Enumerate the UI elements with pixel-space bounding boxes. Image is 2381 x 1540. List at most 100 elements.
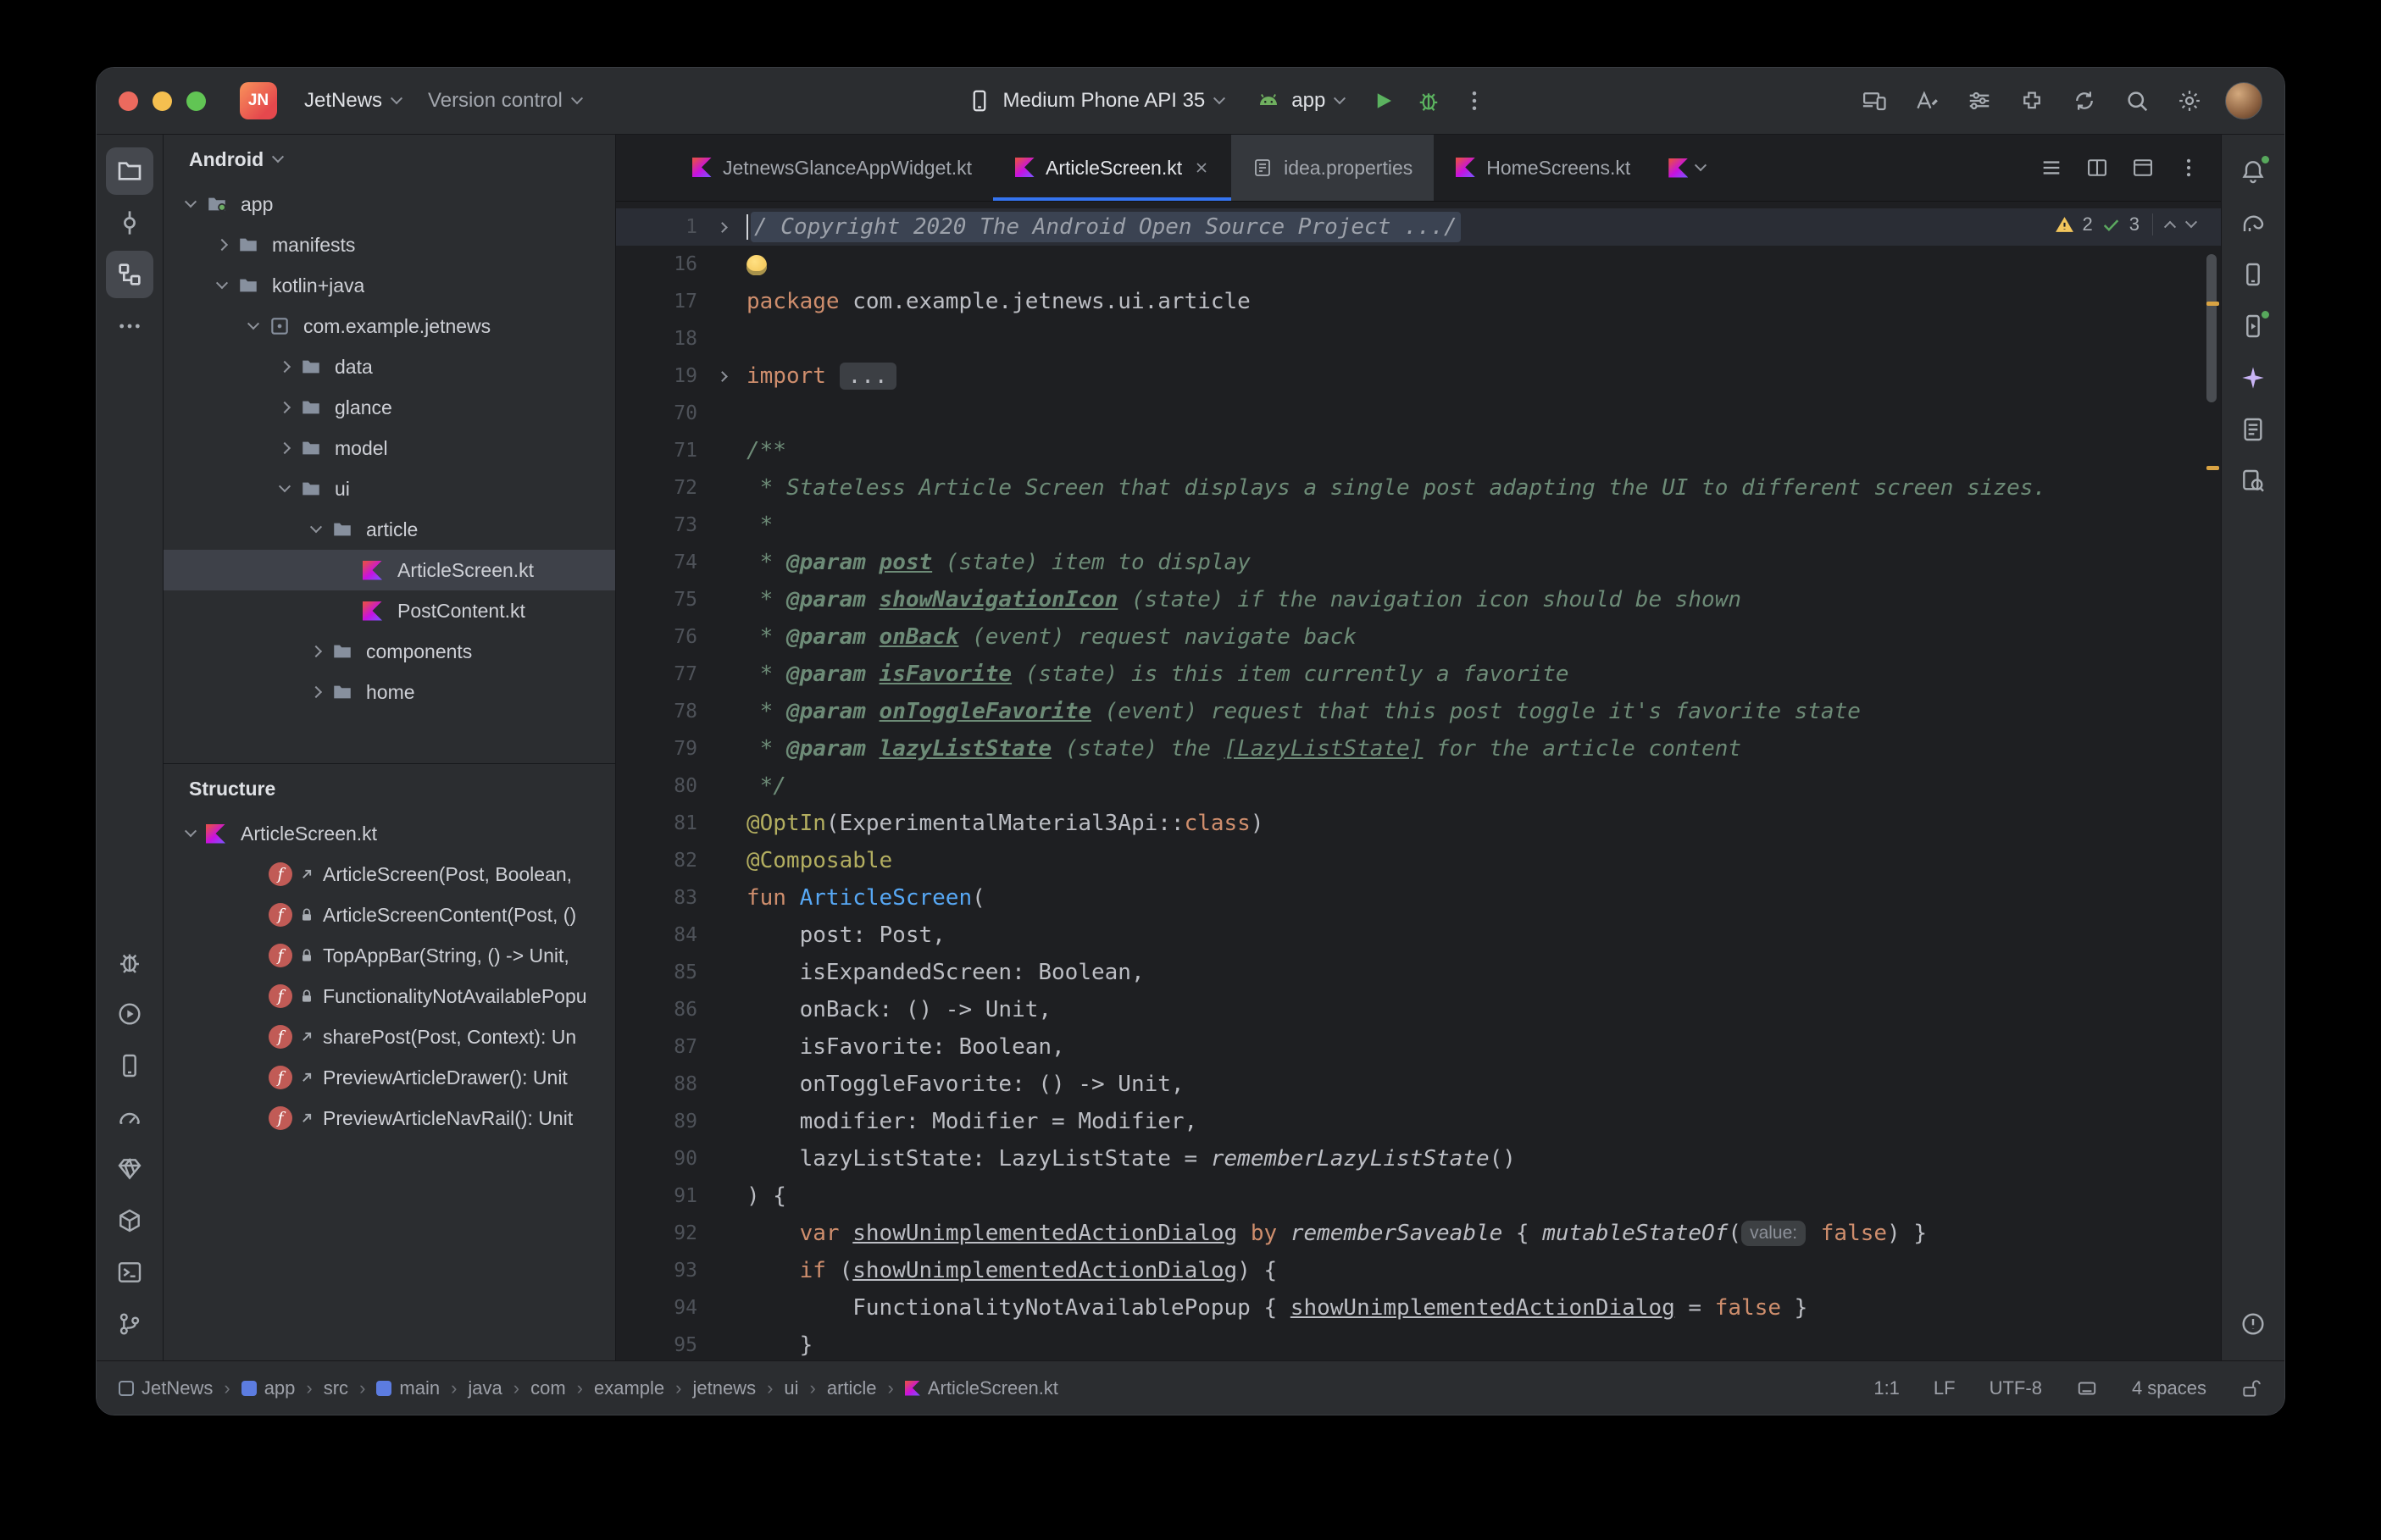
breadcrumb-item[interactable]: com	[530, 1377, 566, 1399]
structure-tree-item[interactable]: TopAppBar(String, () -> Unit,	[164, 935, 615, 976]
structure-tree-item[interactable]: FunctionalityNotAvailablePopu	[164, 976, 615, 1017]
code-line[interactable]: 16	[616, 246, 2221, 283]
breadcrumb-item[interactable]: java	[468, 1377, 502, 1399]
fold-indicator[interactable]	[697, 373, 746, 380]
tree-chevron[interactable]	[269, 403, 300, 412]
line-separator-widget[interactable]: LF	[1934, 1377, 1956, 1399]
debug-button[interactable]	[1408, 80, 1449, 121]
find-tool-button[interactable]	[2229, 457, 2277, 505]
structure-tree-item[interactable]: sharePost(Post, Context): Un	[164, 1017, 615, 1057]
warning-stripe-mark[interactable]	[2206, 302, 2219, 306]
structure-tree-item[interactable]: PreviewArticleNavRail(): Unit	[164, 1098, 615, 1138]
hidden-tabs-selector[interactable]	[1651, 135, 1722, 201]
code-line[interactable]: 18	[616, 320, 2221, 357]
code-line[interactable]: 86 onBack: () -> Unit,	[616, 991, 2221, 1028]
zoom-window-button[interactable]	[186, 91, 206, 111]
main-menu-button[interactable]	[1959, 80, 2000, 121]
more-run-actions-button[interactable]	[1454, 80, 1495, 121]
settings-button[interactable]	[2169, 80, 2210, 121]
project-tree-item[interactable]: data	[164, 346, 615, 387]
search-everywhere-button[interactable]	[2117, 80, 2157, 121]
code-line[interactable]: 77 * @param isFavorite (state) is this i…	[616, 656, 2221, 693]
inspection-widget[interactable]: 2 3	[2054, 213, 2196, 235]
code-line[interactable]: 81@OptIn(ExperimentalMaterial3Api::class…	[616, 805, 2221, 842]
code-line[interactable]: 95 }	[616, 1327, 2221, 1360]
tree-chevron[interactable]	[301, 688, 331, 696]
version-control-tool-button[interactable]	[106, 1300, 153, 1348]
intention-bulb-icon[interactable]	[746, 255, 767, 275]
previous-problem-button[interactable]	[2164, 221, 2176, 233]
gradle-tool-button[interactable]	[2229, 199, 2277, 247]
code-line[interactable]: 75 * @param showNavigationIcon (state) i…	[616, 581, 2221, 618]
tree-chevron[interactable]	[207, 281, 237, 290]
project-tree-item[interactable]: glance	[164, 387, 615, 428]
indent-widget[interactable]: 4 spaces	[2132, 1377, 2206, 1399]
breadcrumb-item[interactable]: main	[376, 1377, 440, 1399]
code-line[interactable]: 80 */	[616, 767, 2221, 805]
breadcrumb-item[interactable]: jetnews	[692, 1377, 756, 1399]
project-selector[interactable]: JetNews	[291, 80, 414, 121]
run-button[interactable]	[1363, 80, 1403, 121]
code-line[interactable]: 17package com.example.jetnews.ui.article	[616, 283, 2221, 320]
project-tree-item[interactable]: manifests	[164, 224, 615, 265]
device-selector[interactable]: Medium Phone API 35	[953, 80, 1237, 122]
breadcrumb-item[interactable]: JetNews	[119, 1377, 213, 1399]
code-line[interactable]: 70	[616, 395, 2221, 432]
code-line[interactable]: 92 var showUnimplementedActionDialog by …	[616, 1215, 2221, 1252]
code-line[interactable]: 93 if (showUnimplementedActionDialog) {	[616, 1252, 2221, 1289]
project-tree-item[interactable]: ArticleScreen.kt	[164, 550, 615, 590]
code-line[interactable]: 72 * Stateless Article Screen that displ…	[616, 469, 2221, 507]
code-editor[interactable]: 1/ Copyright 2020 The Android Open Sourc…	[616, 202, 2221, 1360]
breadcrumb-item[interactable]: app	[241, 1377, 296, 1399]
tree-chevron[interactable]	[175, 829, 206, 838]
tree-chevron[interactable]	[301, 647, 331, 656]
editor-scrollbar[interactable]	[2206, 254, 2217, 402]
code-line[interactable]: 87 isFavorite: Boolean,	[616, 1028, 2221, 1066]
code-line[interactable]: 1/ Copyright 2020 The Android Open Sourc…	[616, 208, 2221, 246]
code-line[interactable]: 83fun ArticleScreen(	[616, 879, 2221, 917]
split-editor-button[interactable]	[2079, 149, 2116, 186]
structure-tree-item[interactable]: ArticleScreen(Post, Boolean,	[164, 854, 615, 895]
terminal-tool-button[interactable]	[106, 1249, 153, 1296]
code-line[interactable]: 19import ...	[616, 357, 2221, 395]
close-icon[interactable]	[1193, 159, 1210, 176]
breadcrumb-item[interactable]: ui	[784, 1377, 798, 1399]
code-line[interactable]: 82@Composable	[616, 842, 2221, 879]
code-line[interactable]: 71/**	[616, 432, 2221, 469]
tree-chevron[interactable]	[269, 363, 300, 371]
code-line[interactable]: 78 * @param onToggleFavorite (event) req…	[616, 693, 2221, 730]
problems-tool-button[interactable]	[2229, 1300, 2277, 1348]
readonly-toggle[interactable]	[2240, 1377, 2262, 1399]
code-line[interactable]: 74 * @param post (state) item to display	[616, 544, 2221, 581]
profiler-tool-button[interactable]	[106, 1094, 153, 1141]
commit-tool-button[interactable]	[106, 199, 153, 247]
project-tree-item[interactable]: ui	[164, 468, 615, 509]
structure-tool-button[interactable]	[106, 251, 153, 298]
project-view-selector[interactable]: Android	[164, 135, 615, 184]
project-tool-button[interactable]	[106, 147, 153, 195]
code-line[interactable]: 91) {	[616, 1177, 2221, 1215]
tree-chevron[interactable]	[301, 525, 331, 534]
running-devices-tool-button[interactable]	[2229, 302, 2277, 350]
code-line[interactable]: 89 modifier: Modifier = Modifier,	[616, 1103, 2221, 1140]
code-line[interactable]: 76 * @param onBack (event) request navig…	[616, 618, 2221, 656]
user-avatar[interactable]	[2225, 82, 2262, 119]
tree-chevron[interactable]	[175, 200, 206, 208]
code-line[interactable]: 84 post: Post,	[616, 917, 2221, 954]
project-tree-item[interactable]: article	[164, 509, 615, 550]
close-window-button[interactable]	[119, 91, 138, 111]
device-manager-tool-button[interactable]	[2229, 251, 2277, 298]
tree-chevron[interactable]	[269, 444, 300, 452]
run-configuration-selector[interactable]: app	[1242, 80, 1357, 122]
encoding-widget[interactable]: UTF-8	[1990, 1377, 2042, 1399]
code-line[interactable]: 79 * @param lazyListState (state) the [L…	[616, 730, 2221, 767]
editor-tab[interactable]: HomeScreens.kt	[1434, 135, 1651, 201]
tree-chevron[interactable]	[207, 241, 237, 249]
pull-requests-tool-button[interactable]	[2229, 406, 2277, 453]
project-tree-item[interactable]: kotlin+java	[164, 265, 615, 306]
warning-stripe-mark[interactable]	[2206, 466, 2219, 470]
device-mirroring-button[interactable]	[1854, 80, 1895, 121]
run-tool-button[interactable]	[106, 990, 153, 1038]
ai-assistant-button[interactable]	[1906, 80, 1947, 121]
more-tool-windows-tool-button[interactable]	[106, 302, 153, 350]
